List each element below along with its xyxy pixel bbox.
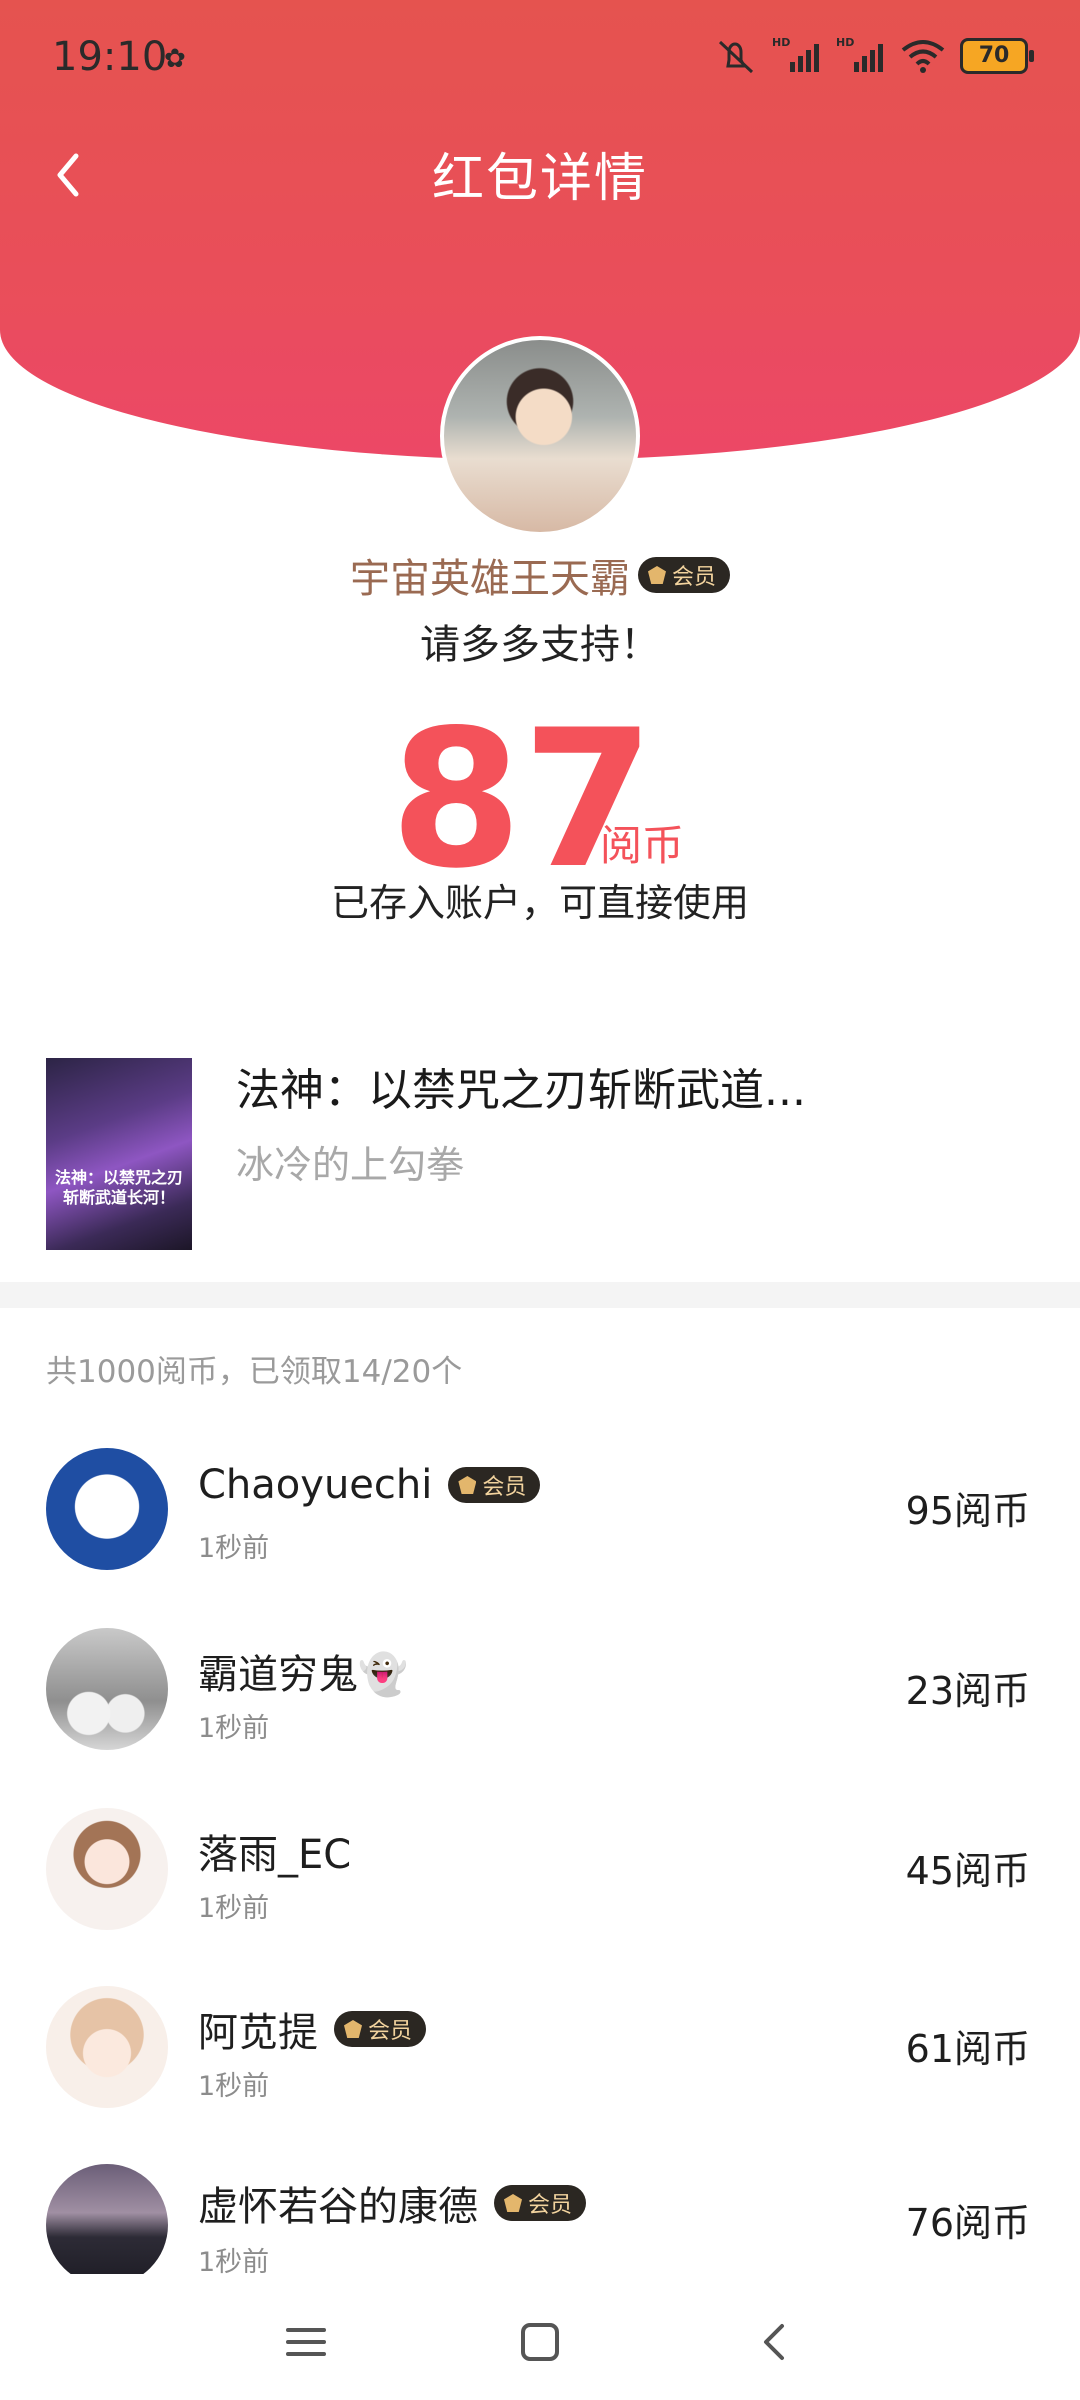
recipient-name: 虚怀若谷的康德 <box>198 2184 478 2230</box>
recipient-name: 霸道穷鬼👻 <box>198 1652 408 1698</box>
recipient-name: 落雨_EC <box>198 1832 352 1878</box>
vip-badge: 会员 <box>637 557 730 593</box>
recipient-avatar[interactable] <box>46 1628 168 1750</box>
book-cover[interactable]: 法神：以禁咒之刃斩断武道长河！ <box>46 1058 192 1250</box>
notification-icon: ✿ <box>164 44 186 74</box>
home-button[interactable] <box>510 2312 570 2372</box>
packet-summary: 共1000阅币，已领取14/20个 <box>46 1354 463 1390</box>
back-triangle-icon <box>764 2324 784 2360</box>
recipient-row[interactable]: 霸道穷鬼👻 1秒前 23阅币 <box>0 1628 1080 1788</box>
book-cover-text: 法神：以禁咒之刃斩断武道长河！ <box>54 1168 183 1207</box>
recipient-row[interactable]: 阿苋提 会员 1秒前 61阅币 <box>0 1986 1080 2146</box>
section-divider <box>0 1282 1080 1308</box>
recipient-coins: 23阅币 <box>905 1669 1030 1713</box>
recipient-row[interactable]: Chaoyuechi 会员 1秒前 95阅币 <box>0 1448 1080 1608</box>
page-title: 红包详情 <box>431 149 648 209</box>
recipient-time: 1秒前 <box>198 1893 270 1924</box>
vip-badge: 会员 <box>448 1467 541 1503</box>
recipient-coins: 76阅币 <box>905 2201 1030 2245</box>
recipient-avatar[interactable] <box>46 1986 168 2108</box>
recipient-coins: 45阅币 <box>905 1849 1030 1893</box>
recipient-avatar[interactable] <box>46 2164 168 2274</box>
sender-name[interactable]: 宇宙英雄王天霸 <box>350 546 630 604</box>
vip-gem-icon <box>647 566 666 584</box>
amount-note: 已存入账户，可直接使用 <box>330 881 749 925</box>
recipient-avatar[interactable] <box>46 1448 168 1570</box>
vip-gem-icon <box>504 2194 522 2212</box>
recipient-time: 1秒前 <box>198 1533 270 1564</box>
recipient-avatar[interactable] <box>46 1808 168 1930</box>
vip-gem-icon <box>344 2020 362 2038</box>
battery-indicator: 70 <box>960 38 1034 74</box>
system-back-button[interactable] <box>744 2312 804 2372</box>
home-square-icon <box>521 2323 559 2361</box>
recipient-row[interactable]: 落雨_EC 1秒前 45阅币 <box>0 1808 1080 1968</box>
recipient-name: Chaoyuechi <box>198 1462 433 1508</box>
status-time: 19:10 <box>52 34 168 80</box>
book-title[interactable]: 法神：以禁咒之刃斩断武道... <box>236 1054 806 1118</box>
recipient-time: 1秒前 <box>198 2247 270 2274</box>
vip-gem-icon <box>458 1476 477 1494</box>
svg-text:HD: HD <box>772 36 790 49</box>
vip-badge: 会员 <box>334 2011 427 2047</box>
recipient-time: 1秒前 <box>198 2071 270 2102</box>
mute-icon <box>718 40 754 74</box>
recipient-row[interactable]: 虚怀若谷的康德 会员 1秒前 76阅币 <box>0 2164 1080 2274</box>
signal-icon-1: HD <box>772 36 819 72</box>
recipient-name: 阿苋提 <box>198 2010 318 2056</box>
recipient-time: 1秒前 <box>198 1713 270 1744</box>
vip-badge: 会员 <box>494 2185 587 2221</box>
sender-name-row: 宇宙英雄王天霸 会员 <box>0 546 1080 604</box>
wifi-icon <box>901 40 945 73</box>
menu-icon <box>286 2328 326 2356</box>
sender-message: 请多多支持！ <box>420 622 660 668</box>
recents-button[interactable] <box>276 2312 336 2372</box>
signal-icon-2: HD <box>836 36 883 72</box>
amount-unit: 阅币 <box>600 821 685 870</box>
status-bar: 19:10 ✿ HD HD 70 <box>0 0 1080 120</box>
system-nav-bar <box>0 2274 1080 2400</box>
recipient-coins: 61阅币 <box>905 2027 1030 2071</box>
book-author: 冰冷的上勾拳 <box>236 1143 465 1187</box>
recipient-coins: 95阅币 <box>905 1489 1030 1533</box>
status-icons: HD HD 70 <box>714 36 1034 76</box>
svg-text:HD: HD <box>836 36 854 49</box>
sender-avatar[interactable] <box>440 336 640 536</box>
